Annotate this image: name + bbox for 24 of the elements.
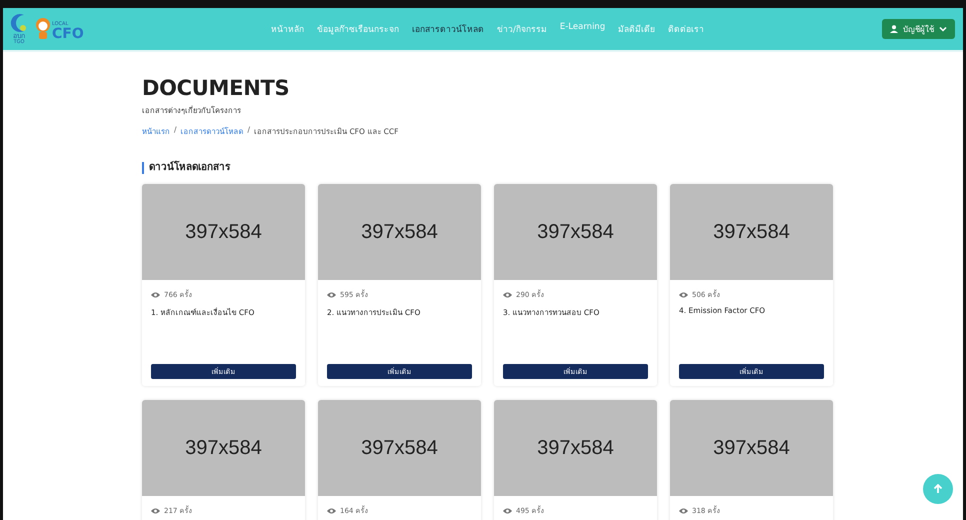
placeholder-text: 397x584 (185, 220, 262, 244)
eye-icon (327, 292, 336, 298)
section-title: ดาวน์โหลดเอกสาร (142, 162, 963, 174)
placeholder-text: 397x584 (361, 436, 438, 460)
placeholder-text: 397x584 (713, 436, 790, 460)
placeholder-text: 397x584 (361, 220, 438, 244)
eye-icon (151, 508, 160, 514)
user-icon (890, 25, 898, 33)
back-to-top-button[interactable] (923, 474, 953, 504)
placeholder-text: 397x584 (185, 436, 262, 460)
eye-icon (151, 292, 160, 298)
nav-link[interactable]: เอกสารดาวน์โหลด (412, 22, 484, 36)
eye-icon (679, 292, 688, 298)
account-button[interactable]: บัญชีผู้ใช้ (882, 19, 955, 39)
eye-icon (503, 292, 512, 298)
placeholder-text: 397x584 (537, 436, 614, 460)
eye-icon (679, 508, 688, 514)
arrow-up-icon (933, 484, 943, 494)
eye-icon (327, 508, 336, 514)
placeholder-text: 397x584 (537, 220, 614, 244)
caret-icon (939, 26, 947, 32)
page-title: DOCUMENTS (142, 76, 290, 100)
eye-icon (503, 508, 512, 514)
placeholder-text: 397x584 (713, 220, 790, 244)
